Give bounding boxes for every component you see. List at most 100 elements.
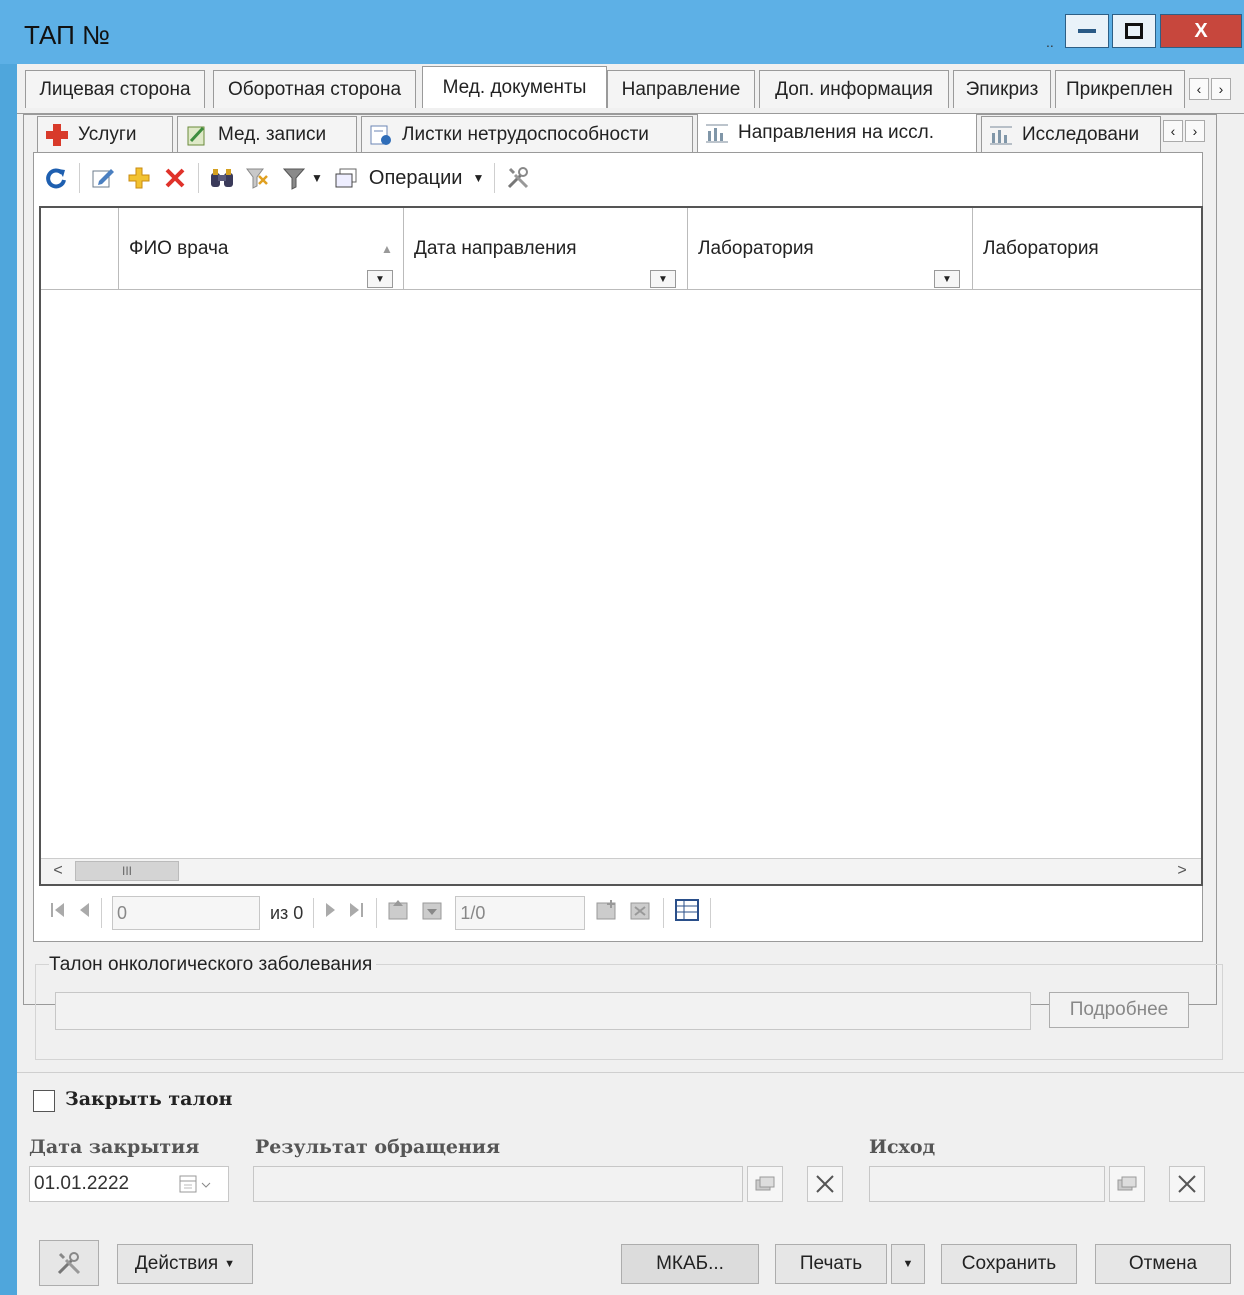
onco-ticket-field[interactable] <box>55 992 1031 1030</box>
minimize-button[interactable] <box>1065 14 1109 48</box>
row-selector-header[interactable] <box>41 208 119 290</box>
tab-epicrisis[interactable]: Эпикриз <box>953 70 1051 108</box>
column-header-doctor-name[interactable]: ФИО врача ▲ ▼ <box>119 208 404 290</box>
lookup-icon <box>755 1176 775 1191</box>
first-page-icon[interactable] <box>49 901 67 925</box>
tab-label: Мед. документы <box>442 76 587 98</box>
details-button[interactable]: Подробнее <box>1049 992 1189 1028</box>
operations-dropdown-icon[interactable]: ▼ <box>472 171 484 185</box>
last-page-icon[interactable] <box>348 901 366 925</box>
tab-face-side[interactable]: Лицевая сторона <box>25 70 205 108</box>
filter-clear-icon[interactable] <box>245 165 271 191</box>
chevron-down-icon: ▼ <box>902 1258 914 1270</box>
column-filter-dropdown-icon[interactable]: ▼ <box>367 270 393 288</box>
tab-med-documents[interactable]: Мед. документы <box>422 66 607 108</box>
outcome-clear-button[interactable] <box>1169 1166 1205 1202</box>
tab-label: Доп. информация <box>775 78 933 100</box>
scrollbar-thumb[interactable]: III <box>75 861 179 881</box>
scroll-right-icon[interactable]: > <box>1171 861 1193 881</box>
close-icon: X <box>1194 19 1208 42</box>
maximize-button[interactable] <box>1112 14 1156 48</box>
result-lookup-button[interactable] <box>747 1166 783 1202</box>
tools-icon <box>57 1252 81 1275</box>
page-number-input[interactable]: 0 <box>112 896 260 930</box>
filter-icon[interactable] <box>281 165 307 191</box>
close-button[interactable]: X <box>1160 14 1242 48</box>
inner-tab-strip: Услуги Мед. записи Листки нетрудоспособн… <box>27 113 1207 154</box>
column-label: Дата направления <box>414 238 577 259</box>
sort-ascending-icon: ▲ <box>381 242 393 256</box>
grid-settings-icon[interactable] <box>674 898 700 928</box>
add-icon[interactable] <box>126 165 152 191</box>
remove-record-icon[interactable] <box>629 899 653 927</box>
column-filter-dropdown-icon[interactable]: ▼ <box>650 270 676 288</box>
title-ellipsis: .. <box>1046 34 1054 50</box>
close-ticket-checkbox[interactable] <box>33 1090 55 1112</box>
pager-separator <box>313 898 315 928</box>
tab-services[interactable]: Услуги <box>37 116 173 152</box>
lookup-icon <box>1117 1176 1137 1191</box>
pager-separator <box>101 898 102 928</box>
tab-med-notes[interactable]: Мед. записи <box>177 116 357 152</box>
result-field[interactable] <box>253 1166 743 1202</box>
grid-toolbar: ▼ Операции ▼ <box>33 156 629 200</box>
result-clear-button[interactable] <box>807 1166 843 1202</box>
binoculars-icon[interactable] <box>209 165 235 191</box>
grid-horizontal-scrollbar[interactable]: < III > <box>41 858 1201 884</box>
tab-label: Эпикриз <box>965 78 1039 100</box>
outcome-field[interactable] <box>869 1166 1105 1202</box>
column-header-laboratory-2[interactable]: Лаборатория <box>973 208 1201 290</box>
clear-x-icon <box>1178 1175 1196 1193</box>
next-page-icon[interactable] <box>324 901 338 925</box>
research-directions-grid[interactable]: ФИО врача ▲ ▼ Дата направления ▼ Лаборат… <box>39 206 1203 886</box>
filter-dropdown-icon[interactable]: ▼ <box>311 171 323 185</box>
actions-menu-button[interactable]: Действия ▼ <box>117 1244 253 1284</box>
tab-label: Направление <box>621 78 741 100</box>
tab-research-directions[interactable]: Направления на иссл. <box>697 113 977 152</box>
prev-page-icon[interactable] <box>77 901 91 925</box>
tab-label: Исследовани <box>1022 123 1140 145</box>
tab-direction[interactable]: Направление <box>607 70 755 108</box>
tab-scroll-right-button[interactable]: › <box>1211 78 1231 100</box>
chevron-down-icon: ▼ <box>224 1258 236 1270</box>
outer-tab-strip: Лицевая сторона Оборотная сторона Мед. д… <box>17 66 1244 114</box>
tab-research[interactable]: Исследовани <box>981 116 1161 152</box>
scroll-left-icon[interactable]: < <box>47 861 69 881</box>
column-filter-dropdown-icon[interactable]: ▼ <box>934 270 960 288</box>
maximize-icon <box>1125 23 1143 39</box>
result-label: Результат обращения <box>255 1136 501 1158</box>
cancel-button[interactable]: Отмена <box>1095 1244 1231 1284</box>
edit-icon[interactable] <box>90 165 116 191</box>
inner-tab-scroll-right-button[interactable]: › <box>1185 120 1205 142</box>
button-label: Подробнее <box>1069 999 1169 1020</box>
column-header-direction-date[interactable]: Дата направления ▼ <box>404 208 688 290</box>
tab-additional-info[interactable]: Доп. информация <box>759 70 949 108</box>
save-button[interactable]: Сохранить <box>941 1244 1077 1284</box>
move-down-record-icon[interactable] <box>421 899 445 927</box>
inner-tab-scroll-left-button[interactable]: ‹ <box>1163 120 1183 142</box>
button-label: МКАБ... <box>656 1253 724 1274</box>
tab-sick-leave[interactable]: Листки нетрудоспособности <box>361 116 693 152</box>
close-date-field[interactable]: 01.01.2222 <box>29 1166 229 1202</box>
settings-tools-button[interactable] <box>39 1240 99 1286</box>
add-record-icon[interactable] <box>595 899 619 927</box>
tools-icon[interactable] <box>505 165 531 191</box>
print-button[interactable]: Печать <box>775 1244 887 1284</box>
calendar-icon[interactable] <box>178 1173 212 1201</box>
delete-icon[interactable] <box>162 165 188 191</box>
tab-back-side[interactable]: Оборотная сторона <box>213 70 416 108</box>
refresh-icon[interactable] <box>43 165 69 191</box>
operations-menu[interactable]: Операции <box>369 167 463 190</box>
tab-label: Направления на иссл. <box>738 122 935 143</box>
move-up-record-icon[interactable] <box>387 899 411 927</box>
mkab-button[interactable]: МКАБ... <box>621 1244 759 1284</box>
tab-attached[interactable]: Прикреплен <box>1055 70 1185 108</box>
research-chart-icon <box>988 122 1014 148</box>
outcome-lookup-button[interactable] <box>1109 1166 1145 1202</box>
title-bar[interactable]: ТАП № .. X <box>0 0 1244 64</box>
tab-scroll-left-button[interactable]: ‹ <box>1189 78 1209 100</box>
column-header-laboratory[interactable]: Лаборатория ▼ <box>688 208 973 290</box>
minimize-icon <box>1078 29 1096 33</box>
print-dropdown-button[interactable]: ▼ <box>891 1244 925 1284</box>
record-position-field[interactable]: 1/0 <box>455 896 586 930</box>
